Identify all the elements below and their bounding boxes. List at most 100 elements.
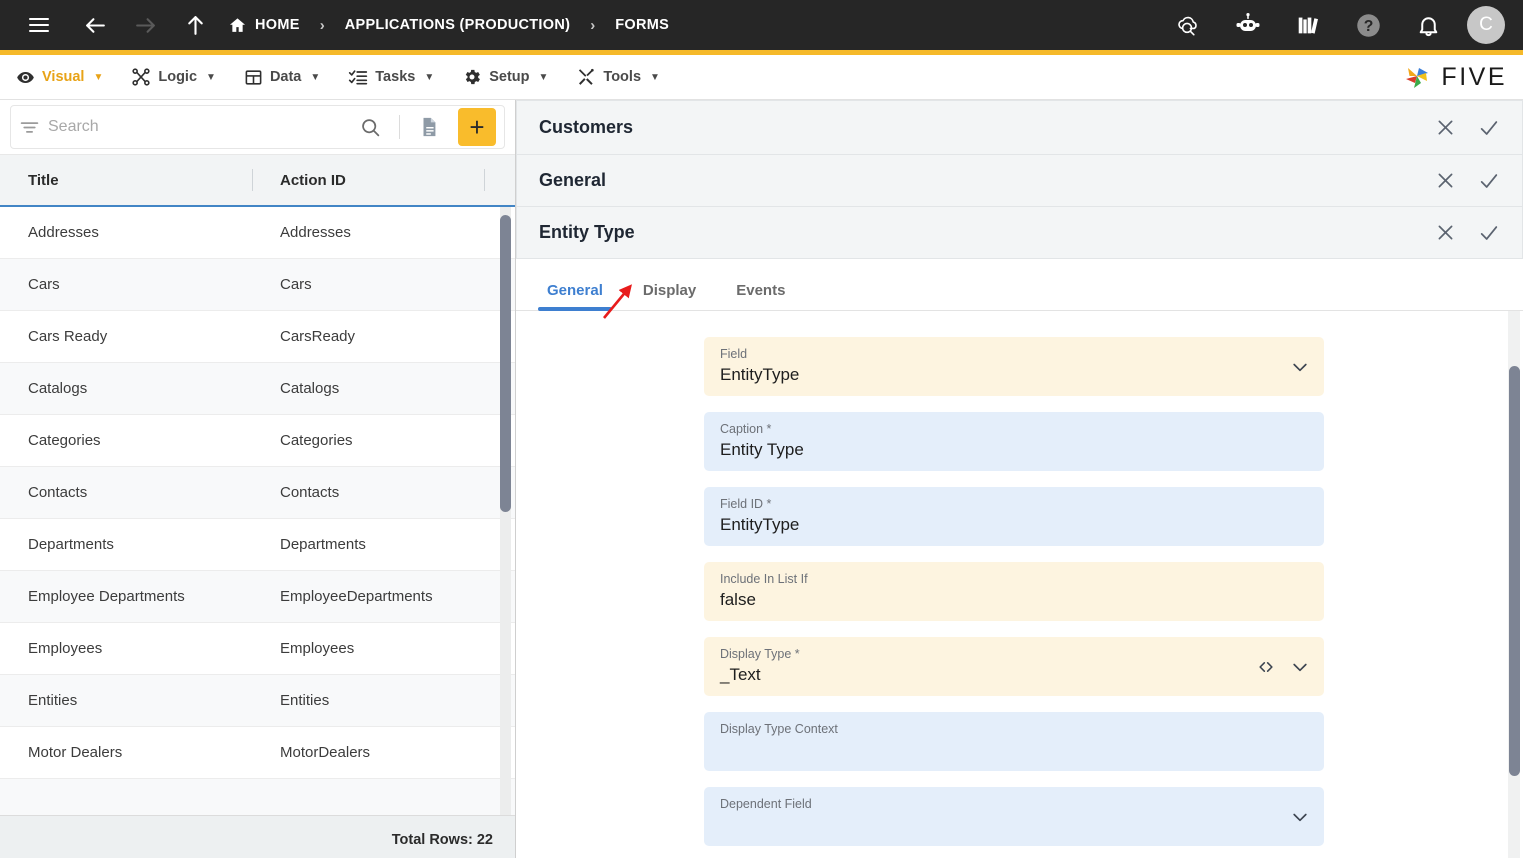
breadcrumb-item-home[interactable]: HOME (228, 16, 300, 35)
hamburger-menu-icon[interactable] (18, 4, 60, 46)
menu-item-visual[interactable]: Visual ▼ (16, 68, 103, 87)
table-row[interactable]: Entities Entities (0, 675, 515, 727)
form-field-display-type-context[interactable]: Display Type Context (704, 712, 1324, 771)
check-icon[interactable] (1478, 222, 1500, 244)
breadcrumb-item-applications[interactable]: APPLICATIONS (PRODUCTION) (345, 17, 571, 33)
cell-title: Cars (28, 276, 60, 293)
cell-title: Addresses (28, 224, 99, 241)
chevron-down-icon[interactable] (1290, 657, 1310, 677)
close-icon[interactable] (1435, 170, 1456, 191)
list-scrollbar-thumb[interactable] (500, 215, 511, 512)
menu-item-setup[interactable]: Setup ▼ (462, 67, 548, 87)
cell-title: Contacts (28, 484, 88, 501)
table-row[interactable]: Employees Employees (0, 623, 515, 675)
add-form-button[interactable]: + (458, 108, 496, 146)
card-header-customers: Customers (516, 100, 1523, 155)
arrow-right-icon[interactable] (124, 4, 166, 46)
tab-display[interactable]: Display (634, 282, 705, 310)
check-icon[interactable] (1478, 117, 1500, 139)
top-nav-actions: ? C (1167, 4, 1505, 46)
toolbar-divider (399, 115, 400, 139)
form-field-display-type[interactable]: Display Type * _Text (704, 637, 1324, 696)
column-header-action-id[interactable]: Action ID (252, 169, 484, 191)
menu-item-logic[interactable]: Logic ▼ (131, 67, 216, 87)
code-brackets-icon[interactable] (1256, 657, 1276, 677)
form-detail-panel: Customers General Entity Type General Di… (516, 100, 1523, 858)
chevron-down-icon: ▼ (206, 71, 216, 83)
document-icon[interactable] (412, 116, 446, 138)
field-label: Caption * (720, 422, 772, 436)
main-content: + Title Action ID Addresses Addresses Car… (0, 100, 1523, 858)
search-icon[interactable] (354, 117, 387, 138)
search-input[interactable] (48, 118, 346, 136)
cell-title: Departments (28, 536, 114, 553)
top-navigation-bar: HOME › APPLICATIONS (PRODUCTION) › FORMS (0, 0, 1523, 50)
cell-action-id: Cars (280, 276, 312, 293)
card-header-general: General (516, 155, 1523, 207)
arrow-up-icon[interactable] (174, 4, 216, 46)
table-row[interactable]: Categories Categories (0, 415, 515, 467)
breadcrumb-item-forms[interactable]: FORMS (615, 17, 669, 33)
cell-action-id: Categories (280, 432, 353, 449)
form-scrollbar-thumb[interactable] (1509, 366, 1520, 776)
avatar[interactable]: C (1467, 6, 1505, 44)
table-row[interactable]: Motor Dealers MotorDealers (0, 727, 515, 779)
column-divider-tail[interactable] (484, 169, 485, 191)
menu-label-visual: Visual (42, 69, 85, 85)
table-row-partial[interactable] (0, 779, 515, 815)
forms-table-body[interactable]: Addresses Addresses Cars Cars Cars Ready Ca… (0, 207, 515, 815)
application-menu-bar: Visual ▼ Logic ▼ Data ▼ Tasks ▼ Setup ▼ … (0, 55, 1523, 100)
column-header-action-id-label: Action ID (280, 171, 346, 189)
checklist-icon (348, 67, 368, 87)
forms-list-panel: + Title Action ID Addresses Addresses Car… (0, 100, 516, 858)
notifications-bell-icon[interactable] (1407, 4, 1449, 46)
search-box[interactable]: + (10, 105, 505, 149)
help-icon[interactable]: ? (1347, 4, 1389, 46)
chevron-down-icon: ▼ (93, 71, 104, 83)
menu-item-tasks[interactable]: Tasks ▼ (348, 67, 434, 87)
form-field-field-id[interactable]: Field ID * EntityType (704, 487, 1324, 546)
cell-title: Entities (28, 692, 78, 709)
table-row[interactable]: Employee Departments EmployeeDepartments (0, 571, 515, 623)
form-field-field[interactable]: Field EntityType (704, 337, 1324, 396)
cell-action-id: Addresses (280, 224, 351, 241)
field-value: EntityType (720, 515, 800, 534)
card-title-entity-type: Entity Type (539, 222, 635, 242)
chevron-down-icon: ▼ (538, 71, 549, 83)
cell-title: Catalogs (28, 380, 88, 397)
chevron-down-icon[interactable] (1290, 357, 1310, 377)
menu-item-tools[interactable]: Tools ▼ (576, 67, 660, 87)
table-row[interactable]: Addresses Addresses (0, 207, 515, 259)
menu-item-data[interactable]: Data ▼ (244, 68, 320, 87)
column-header-title[interactable]: Title (0, 172, 252, 189)
library-books-icon[interactable] (1287, 4, 1329, 46)
filter-icon[interactable] (19, 117, 40, 138)
form-field-include-in-list-if[interactable]: Include In List If false (704, 562, 1324, 621)
close-icon[interactable] (1435, 222, 1456, 243)
table-row[interactable]: Contacts Contacts (0, 467, 515, 519)
table-row[interactable]: Cars Ready CarsReady (0, 311, 515, 363)
menu-label-tasks: Tasks (375, 69, 416, 85)
cloud-search-icon[interactable] (1167, 4, 1209, 46)
form-field-caption[interactable]: Caption * Entity Type (704, 412, 1324, 471)
cell-title: Motor Dealers (28, 744, 123, 761)
check-icon[interactable] (1478, 170, 1500, 192)
search-toolbar: + (0, 100, 515, 155)
table-row[interactable]: Catalogs Catalogs (0, 363, 515, 415)
chevron-down-icon[interactable] (1290, 807, 1310, 827)
tab-general[interactable]: General (538, 282, 612, 311)
arrow-left-icon[interactable] (74, 4, 116, 46)
field-value (720, 739, 1308, 761)
card-header-entity-type: Entity Type (516, 207, 1523, 259)
table-row[interactable]: Departments Departments (0, 519, 515, 571)
five-pinwheel-icon (1406, 68, 1429, 88)
chatbot-icon[interactable] (1227, 4, 1269, 46)
close-icon[interactable] (1435, 117, 1456, 138)
cell-action-id: Employees (280, 640, 355, 657)
tab-events[interactable]: Events (727, 282, 794, 310)
table-row[interactable]: Cars Cars (0, 259, 515, 311)
field-adornments (1256, 657, 1310, 677)
form-field-dependent-field[interactable]: Dependent Field (704, 787, 1324, 846)
card-actions-customers (1435, 117, 1500, 139)
column-divider[interactable] (252, 169, 253, 191)
